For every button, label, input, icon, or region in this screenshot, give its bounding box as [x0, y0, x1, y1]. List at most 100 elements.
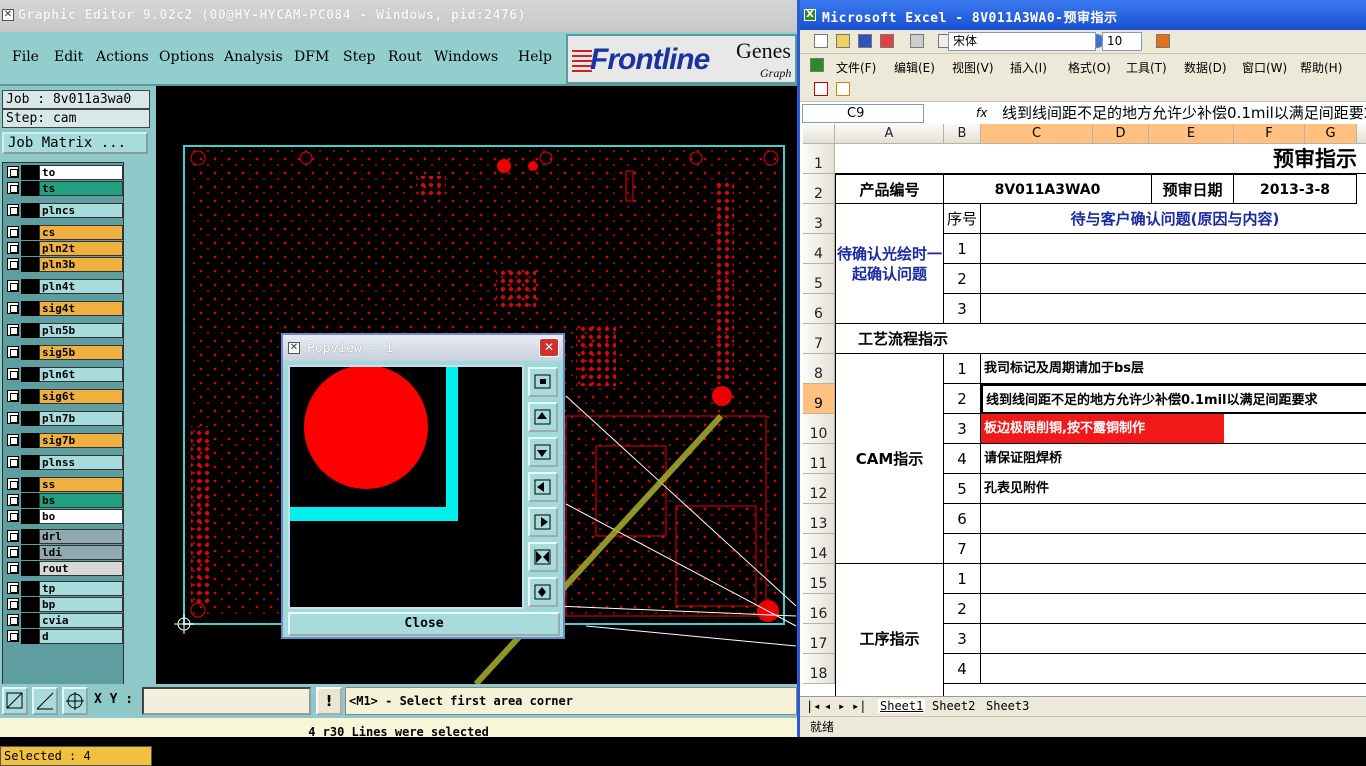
layer-name[interactable]: plncs	[39, 203, 123, 218]
job-matrix-button[interactable]: Job Matrix ...	[2, 132, 148, 154]
layer-name[interactable]: ss	[39, 477, 123, 492]
layer-checkbox[interactable]	[7, 280, 19, 292]
confirm-row-seq[interactable]: 1	[944, 234, 981, 264]
layer-checkbox[interactable]	[7, 614, 19, 626]
layer-checkbox[interactable]	[7, 204, 19, 216]
layer-affected-slot[interactable]	[21, 279, 39, 294]
layer-row-ldi[interactable]: ldi	[5, 545, 123, 560]
layer-checkbox[interactable]	[7, 494, 19, 506]
cam-row-seq[interactable]: 3	[944, 414, 981, 444]
op-row-content[interactable]	[981, 564, 1366, 594]
layer-row-plncs[interactable]: plncs	[5, 203, 123, 218]
layer-row-tp[interactable]: tp	[5, 581, 123, 596]
layer-checkbox[interactable]	[7, 530, 19, 542]
layer-affected-slot[interactable]	[21, 477, 39, 492]
op-row-seq[interactable]: 3	[944, 624, 981, 654]
layer-affected-slot[interactable]	[21, 225, 39, 240]
layer-checkbox[interactable]	[7, 166, 19, 178]
layer-name[interactable]: pln2t	[39, 241, 123, 256]
zoom-area-button[interactable]	[2, 687, 28, 715]
row-header-6[interactable]: 6	[803, 294, 835, 324]
layer-name[interactable]: pln4t	[39, 279, 123, 294]
date-value[interactable]: 2013-3-8	[1234, 174, 1357, 204]
confirm-row-seq[interactable]: 3	[944, 294, 981, 324]
zoom-in-icon[interactable]	[528, 542, 558, 572]
layer-affected-slot[interactable]	[21, 561, 39, 576]
font-select[interactable]: 宋体	[948, 32, 1096, 51]
zoom-out-icon[interactable]	[528, 577, 558, 607]
layer-checkbox[interactable]	[7, 510, 19, 522]
layer-row-pln4t[interactable]: pln4t	[5, 279, 123, 294]
layer-row-ts[interactable]: ts	[5, 181, 123, 196]
op-row-seq[interactable]: 2	[944, 594, 981, 624]
product-value[interactable]: 8V011A3WA0	[944, 174, 1152, 204]
menu-data-cn[interactable]: 数据(D)	[1184, 59, 1227, 76]
layer-name[interactable]: pln3b	[39, 257, 123, 272]
layer-row-pln5b[interactable]: pln5b	[5, 323, 123, 338]
menu-rout[interactable]: Rout	[388, 49, 422, 65]
pan-left-icon[interactable]	[528, 472, 558, 502]
layer-checkbox[interactable]	[7, 258, 19, 270]
xy-input[interactable]	[142, 687, 311, 715]
row-header-8[interactable]: 8	[803, 354, 835, 384]
layer-row-bs[interactable]: bs	[5, 493, 123, 508]
layer-name[interactable]: ldi	[39, 545, 123, 560]
layer-affected-slot[interactable]	[21, 581, 39, 596]
layer-affected-slot[interactable]	[21, 367, 39, 382]
layer-name[interactable]: d	[39, 629, 123, 644]
row-header-4[interactable]: 4	[803, 234, 835, 264]
menu-actions[interactable]: Actions	[96, 49, 149, 65]
layer-affected-slot[interactable]	[21, 181, 39, 196]
print-icon[interactable]	[910, 34, 924, 48]
op-row-content[interactable]	[981, 624, 1366, 654]
tab-sheet1[interactable]: Sheet1	[878, 699, 926, 713]
pan-down-icon[interactable]	[528, 437, 558, 467]
col-header-a[interactable]: A	[835, 124, 944, 144]
layer-affected-slot[interactable]	[21, 433, 39, 448]
row-header-7[interactable]: 7	[803, 324, 835, 354]
popview-close-button[interactable]: Close	[288, 612, 560, 636]
font-size-select[interactable]: 10	[1102, 32, 1142, 51]
row-header-15[interactable]: 15	[803, 564, 835, 594]
popview-viewport[interactable]	[288, 365, 524, 609]
confirm-header[interactable]: 待与客户确认问题(原因与内容)	[981, 204, 1366, 234]
layer-name[interactable]: bs	[39, 493, 123, 508]
layer-name[interactable]: bp	[39, 597, 123, 612]
process-label[interactable]: 工艺流程指示	[835, 324, 1366, 354]
fx-icon[interactable]: fx	[976, 106, 987, 120]
layer-name[interactable]: sig6t	[39, 389, 123, 404]
layer-affected-slot[interactable]	[21, 529, 39, 544]
row-header-9[interactable]: 9	[803, 384, 835, 414]
layer-checkbox[interactable]	[7, 582, 19, 594]
pan-right-icon[interactable]	[528, 507, 558, 537]
product-label[interactable]: 产品编号	[835, 174, 944, 204]
menu-file[interactable]: File	[12, 49, 39, 65]
layer-name[interactable]: tp	[39, 581, 123, 596]
cam-row-seq[interactable]: 4	[944, 444, 981, 474]
layer-affected-slot[interactable]	[21, 455, 39, 470]
cam-row-seq[interactable]: 2	[944, 384, 981, 414]
layer-checkbox[interactable]	[7, 412, 19, 424]
select-all-corner[interactable]	[803, 124, 835, 144]
row-header-17[interactable]: 17	[803, 624, 835, 654]
row-header-12[interactable]: 12	[803, 474, 835, 504]
layer-name[interactable]: sig7b	[39, 433, 123, 448]
layer-name[interactable]: bo	[39, 509, 123, 524]
bold-icon[interactable]	[1156, 34, 1170, 48]
layer-checkbox[interactable]	[7, 546, 19, 558]
layer-checkbox[interactable]	[7, 182, 19, 194]
layer-affected-slot[interactable]	[21, 301, 39, 316]
layer-checkbox[interactable]	[7, 456, 19, 468]
layer-name[interactable]: sig4t	[39, 301, 123, 316]
layer-name[interactable]: ts	[39, 181, 123, 196]
layer-checkbox[interactable]	[7, 346, 19, 358]
layer-checkbox[interactable]	[7, 390, 19, 402]
layer-row-to[interactable]: to	[5, 165, 123, 180]
menu-insert-cn[interactable]: 插入(I)	[1010, 59, 1047, 76]
cam-row-seq[interactable]: 7	[944, 534, 981, 564]
seq-header[interactable]: 序号	[944, 204, 981, 234]
layer-row-pln2t[interactable]: pln2t	[5, 241, 123, 256]
layer-affected-slot[interactable]	[21, 165, 39, 180]
layer-affected-slot[interactable]	[21, 241, 39, 256]
layer-row-cs[interactable]: cs	[5, 225, 123, 240]
